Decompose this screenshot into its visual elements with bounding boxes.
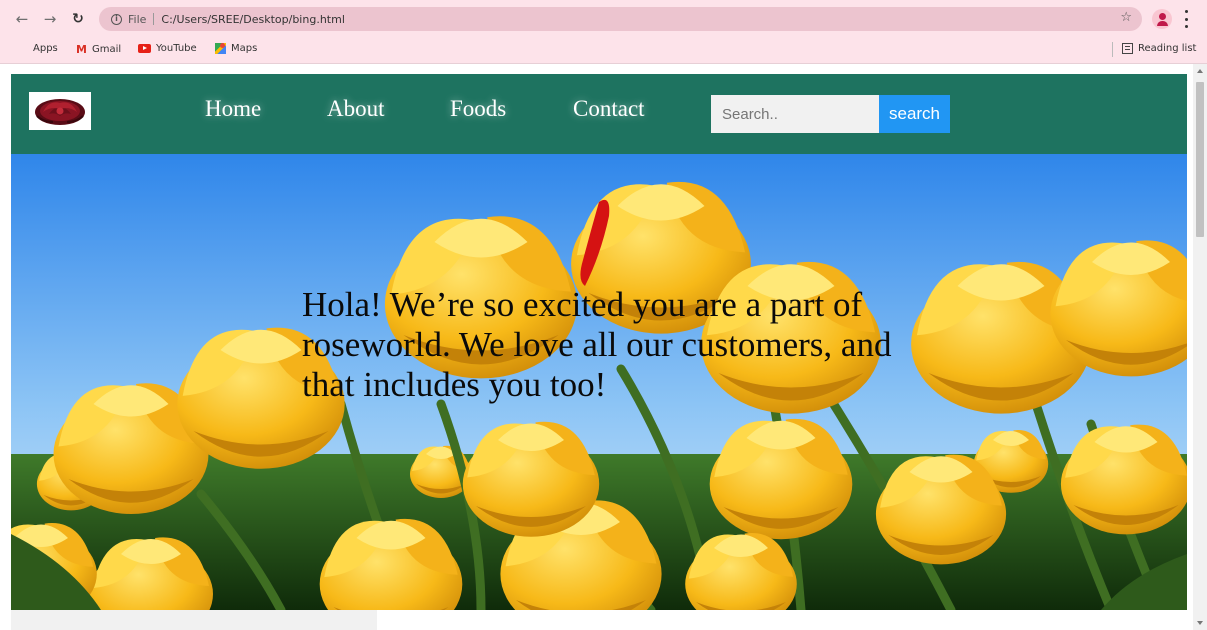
url-scheme: File bbox=[128, 12, 147, 26]
scrollbar-thumb[interactable] bbox=[1196, 82, 1204, 237]
search-input[interactable] bbox=[711, 95, 879, 133]
site-navbar: Home About Foods Contact search bbox=[11, 74, 1187, 154]
reading-list-label: Reading list bbox=[1138, 43, 1197, 54]
bookmark-maps[interactable]: Maps bbox=[215, 43, 257, 54]
reload-icon[interactable]: ↻ bbox=[68, 9, 88, 29]
rose-logo-icon bbox=[35, 99, 85, 125]
hero-welcome-text: Hola! We’re so excited you are a part of… bbox=[302, 285, 892, 404]
bookmark-label: Gmail bbox=[91, 44, 122, 55]
scroll-up-arrow-icon[interactable] bbox=[1197, 69, 1203, 73]
nav-link-foods[interactable]: Foods bbox=[450, 96, 506, 122]
bookmark-label: YouTube bbox=[156, 43, 197, 54]
url-separator bbox=[153, 13, 155, 25]
page-scrollbar[interactable] bbox=[1193, 64, 1207, 630]
apps-grid-icon bbox=[17, 43, 28, 54]
search-button[interactable]: search bbox=[879, 95, 950, 133]
back-arrow-icon[interactable]: ← bbox=[12, 9, 32, 29]
bottom-section-strip bbox=[11, 610, 377, 630]
hero-banner: Hola! We’re so excited you are a part of… bbox=[11, 154, 1187, 610]
forward-arrow-icon[interactable]: → bbox=[40, 9, 60, 29]
browser-menu-icon[interactable] bbox=[1183, 10, 1189, 28]
profile-avatar-icon[interactable] bbox=[1152, 9, 1172, 29]
bookmark-youtube[interactable]: YouTube bbox=[138, 43, 197, 54]
bookmark-label: Apps bbox=[33, 43, 58, 54]
reading-list-icon bbox=[1122, 43, 1133, 54]
scroll-down-arrow-icon[interactable] bbox=[1197, 621, 1203, 625]
bookmark-apps[interactable]: Apps bbox=[17, 43, 58, 54]
page-viewport: Home About Foods Contact search bbox=[0, 64, 1207, 630]
bookmark-gmail[interactable]: M Gmail bbox=[76, 43, 121, 56]
bookmarks-divider bbox=[1112, 42, 1113, 57]
reading-list-button[interactable]: Reading list bbox=[1122, 43, 1196, 54]
url-text[interactable]: C:/Users/SREE/Desktop/bing.html bbox=[161, 13, 344, 26]
bookmark-label: Maps bbox=[231, 43, 258, 54]
browser-toolbar: ← → ↻ i File C:/Users/SREE/Desktop/bing.… bbox=[0, 0, 1207, 37]
youtube-icon bbox=[138, 44, 151, 53]
maps-icon bbox=[215, 43, 226, 54]
gmail-icon: M bbox=[76, 43, 87, 56]
nav-link-contact[interactable]: Contact bbox=[573, 96, 645, 122]
address-bar[interactable]: i File C:/Users/SREE/Desktop/bing.html ☆ bbox=[99, 7, 1142, 31]
bookmark-star-icon[interactable]: ☆ bbox=[1120, 10, 1132, 25]
info-icon[interactable]: i bbox=[111, 13, 122, 25]
nav-link-about[interactable]: About bbox=[327, 96, 385, 122]
bookmarks-bar: Apps M Gmail YouTube Maps Reading list bbox=[0, 37, 1207, 63]
nav-link-home[interactable]: Home bbox=[205, 96, 261, 122]
rose-logo[interactable] bbox=[29, 92, 91, 130]
